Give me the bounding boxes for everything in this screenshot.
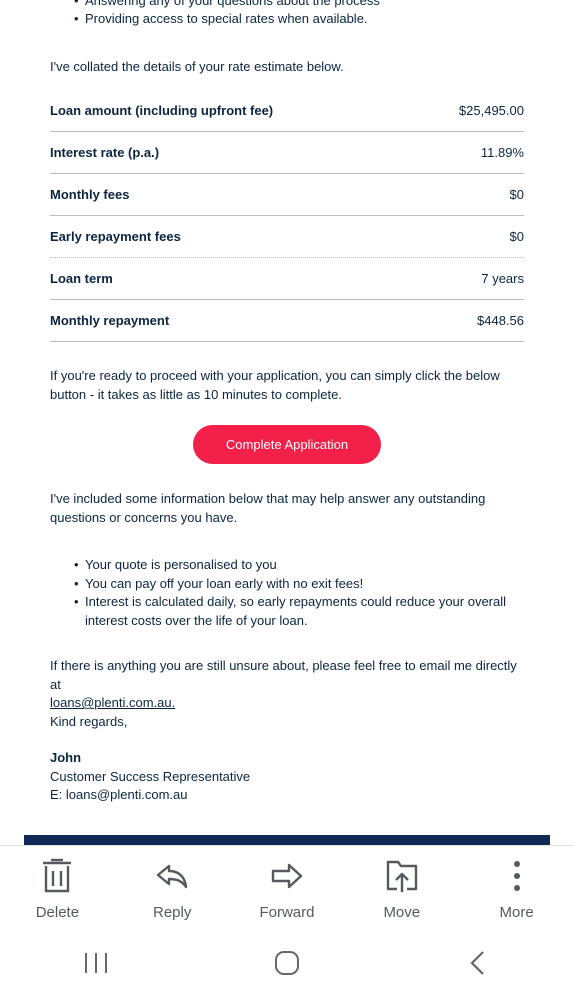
contact-sentence: If there is anything you are still unsur… [50,658,517,692]
system-navigation-bar [0,930,574,1000]
move-folder-icon [385,858,419,899]
rate-label: Loan amount (including upfront fee) [50,103,274,118]
table-row: Interest rate (p.a.) 11.89% [50,132,524,174]
intro-text: I've collated the details of your rate e… [50,59,344,74]
home-button[interactable] [257,945,317,985]
rate-label: Early repayment fees [50,229,181,244]
table-row: Loan term 7 years [50,258,524,300]
rate-value: $0 [509,187,524,202]
more-button[interactable]: More [467,846,567,921]
info-list: Your quote is personalised to you You ca… [74,556,524,630]
list-item: You can pay off your loan early with no … [74,575,524,594]
rate-label: Loan term [50,271,113,286]
reply-icon [155,858,189,899]
rate-value: $25,495.00 [458,103,524,118]
table-row: Early repayment fees $0 [50,216,524,258]
forward-arrow-icon [270,858,304,899]
rate-value: $448.56 [477,313,524,328]
rate-estimate-table: Loan amount (including upfront fee) $25,… [50,90,524,342]
rate-label: Interest rate (p.a.) [50,145,160,160]
home-icon [274,950,300,981]
forward-button[interactable]: Forward [237,846,337,921]
delete-label: Delete [35,904,80,921]
more-label: More [499,904,534,921]
table-row: Loan amount (including upfront fee) $25,… [50,90,524,132]
list-item: Answering any of your questions about th… [74,0,544,10]
list-item: Your quote is personalised to you [74,556,524,575]
contact-email-link[interactable]: loans@plenti.com.au. [50,695,175,710]
services-list: Answering any of your questions about th… [74,0,544,28]
closing-text: Kind regards, [50,714,128,729]
proceed-text: If you're ready to proceed with your app… [50,368,500,402]
rate-value: $0 [509,229,524,244]
rate-value: 11.89% [480,145,524,160]
signature-title: Customer Success Representative [50,768,251,784]
recent-apps-button[interactable] [66,945,126,985]
signature: John Customer Success Representative E: … [50,749,530,805]
reply-label: Reply [153,904,192,921]
delete-button[interactable]: Delete [7,846,107,921]
table-row: Monthly repayment $448.56 [50,300,524,342]
contact-text: If there is anything you are still unsur… [50,657,524,713]
trash-icon [40,858,74,899]
recent-apps-icon [83,951,109,980]
back-button[interactable] [448,945,508,985]
signature-name: John [50,750,82,765]
table-row: Monthly fees $0 [50,174,524,216]
more-vertical-icon [500,858,534,899]
rate-label: Monthly fees [50,187,130,202]
move-label: Move [383,904,421,921]
email-footer-band [24,835,550,845]
email-body: Answering any of your questions about th… [0,0,574,845]
rate-value: 7 years [481,271,524,286]
reply-button[interactable]: Reply [122,846,222,921]
complete-application-button[interactable]: Complete Application [193,425,381,464]
info-text: I've included some information below tha… [50,491,486,525]
forward-label: Forward [259,904,315,921]
list-item: Interest is calculated daily, so early r… [74,593,524,630]
email-action-bar: Delete Reply Forward Move More [0,845,574,931]
signature-email: E: loans@plenti.com.au [50,787,188,802]
back-chevron-icon [468,950,488,981]
rate-label: Monthly repayment [50,313,170,328]
list-item: Providing access to special rates when a… [74,10,544,28]
move-button[interactable]: Move [352,846,452,921]
